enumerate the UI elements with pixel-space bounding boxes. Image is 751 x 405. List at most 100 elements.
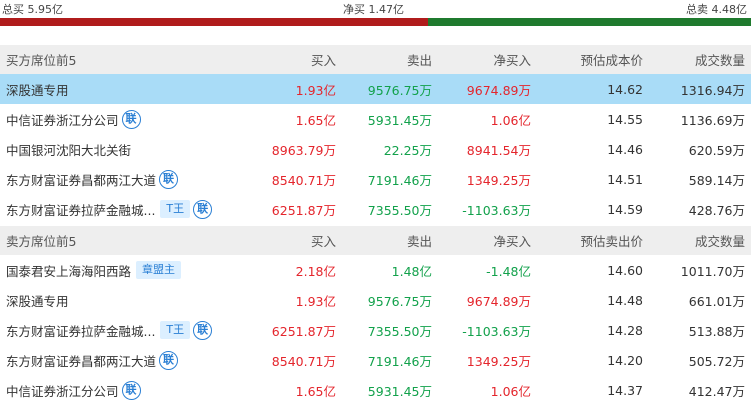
trade-volume: 620.59万	[688, 142, 745, 158]
table-header-row: 卖方席位前5 买入 卖出 净买入 预估卖出价 成交数量	[0, 226, 751, 255]
seat-name-cell[interactable]: 深股通专用	[0, 291, 240, 310]
trade-volume: 589.14万	[688, 172, 745, 188]
col-price-header: 预估卖出价	[580, 234, 643, 249]
trader-tag[interactable]: T王	[160, 200, 191, 218]
table-row[interactable]: 中信证券浙江分公司联 1.65亿 5931.45万 1.06亿 14.55 1136.69…	[0, 104, 751, 134]
sell-amount: 9576.75万	[367, 293, 432, 309]
total-buy-label: 总买 5.95亿	[2, 3, 63, 16]
buy-amount: 2.18亿	[295, 263, 336, 279]
trader-tag[interactable]: T王	[160, 321, 191, 339]
seat-name[interactable]: 东方财富证券拉萨金融城...	[6, 200, 155, 219]
sell-amount: 7355.50万	[367, 323, 432, 339]
net-buy-amount: -1103.63万	[462, 202, 531, 218]
seat-name[interactable]: 深股通专用	[6, 291, 69, 310]
col-net-header: 净买入	[493, 53, 531, 68]
sell-amount: 7355.50万	[367, 202, 432, 218]
sell-amount: 22.25万	[383, 142, 432, 158]
sell-amount: 5931.45万	[367, 383, 432, 399]
table-row[interactable]: 中国银河沈阳大北关街 8963.79万 22.25万 8941.54万 14.46 620…	[0, 134, 751, 164]
sell-amount: 9576.75万	[367, 82, 432, 98]
table-row[interactable]: 东方财富证券拉萨金融城... T王联 6251.87万 7355.50万 -1103.6…	[0, 315, 751, 345]
seat-name-cell[interactable]: 中信证券浙江分公司联	[0, 109, 240, 129]
estimated-price: 14.28	[607, 322, 643, 338]
col-seat-header: 卖方席位前5	[6, 234, 77, 249]
seat-name-cell[interactable]: 东方财富证券昌都两江大道联	[0, 350, 240, 370]
linked-seat-icon[interactable]: 联	[159, 350, 179, 370]
seat-name-cell[interactable]: 东方财富证券拉萨金融城... T王联	[0, 199, 240, 219]
estimated-price: 14.46	[607, 141, 643, 157]
net-buy-amount: 1.06亿	[490, 112, 531, 128]
estimated-price: 14.37	[607, 382, 643, 398]
col-seat-header: 买方席位前5	[6, 53, 77, 68]
seat-name-cell[interactable]: 中国银河沈阳大北关街	[0, 140, 240, 159]
buy-amount: 6251.87万	[271, 323, 336, 339]
linked-seat-icon[interactable]: 联	[193, 199, 213, 219]
buy-amount: 8540.71万	[271, 172, 336, 188]
buy-amount: 8963.79万	[271, 142, 336, 158]
col-sell-header: 卖出	[406, 53, 432, 68]
net-buy-amount: 8941.54万	[466, 142, 531, 158]
seat-name[interactable]: 深股通专用	[6, 80, 69, 99]
trader-tag[interactable]: 章盟主	[136, 261, 182, 279]
linked-seat-icon[interactable]: 联	[121, 109, 141, 129]
total-sell-label: 总卖 4.48亿	[686, 3, 747, 16]
trade-volume: 1316.94万	[680, 82, 745, 98]
net-buy-amount: 1349.25万	[466, 353, 531, 369]
net-buy-amount: 9674.89万	[466, 82, 531, 98]
col-buy-header: 买入	[310, 234, 336, 249]
seat-name-cell[interactable]: 中信证券浙江分公司联	[0, 380, 240, 400]
table-row[interactable]: 东方财富证券昌都两江大道联 8540.71万 7191.46万 1349.25万 14.…	[0, 345, 751, 375]
sell-amount: 5931.45万	[367, 112, 432, 128]
table-row[interactable]: 中信证券浙江分公司联 1.65亿 5931.45万 1.06亿 14.37 412.47万	[0, 375, 751, 405]
seat-name[interactable]: 东方财富证券拉萨金融城...	[6, 321, 155, 340]
seat-name[interactable]: 中信证券浙江分公司	[6, 110, 119, 129]
estimated-price: 14.62	[607, 81, 643, 97]
col-volume-header: 成交数量	[694, 234, 745, 249]
sell-ratio-segment	[428, 18, 751, 26]
linked-seat-icon[interactable]: 联	[159, 169, 179, 189]
seat-name[interactable]: 中信证券浙江分公司	[6, 381, 119, 400]
seat-name[interactable]: 国泰君安上海海阳西路	[6, 261, 131, 280]
sell-amount: 7191.46万	[367, 172, 432, 188]
buy-ratio-segment	[0, 18, 429, 26]
table-row[interactable]: 东方财富证券昌都两江大道联 8540.71万 7191.46万 1349.25万 14.…	[0, 164, 751, 194]
estimated-price: 14.20	[607, 352, 643, 368]
estimated-price: 14.60	[607, 262, 643, 278]
estimated-price: 14.55	[607, 111, 643, 127]
trade-volume: 513.88万	[688, 323, 745, 339]
seat-name[interactable]: 东方财富证券昌都两江大道	[6, 351, 156, 370]
buy-amount: 1.93亿	[295, 293, 336, 309]
col-volume-header: 成交数量	[694, 53, 745, 68]
table-row[interactable]: 深股通专用 1.93亿 9576.75万 9674.89万 14.48 661.01万	[0, 285, 751, 315]
seat-name-cell[interactable]: 深股通专用	[0, 80, 240, 99]
table-row[interactable]: 东方财富证券拉萨金融城... T王联 6251.87万 7355.50万 -1103.6…	[0, 194, 751, 224]
trade-volume: 1136.69万	[680, 112, 745, 128]
buy-amount: 1.65亿	[295, 112, 336, 128]
table-row[interactable]: 国泰君安上海海阳西路 章盟主 2.18亿 1.48亿 -1.48亿 14.60 1011.7…	[0, 255, 751, 285]
estimated-price: 14.51	[607, 171, 643, 187]
seat-name-cell[interactable]: 东方财富证券昌都两江大道联	[0, 169, 240, 189]
summary-header: 总买 5.95亿 净买 1.47亿 总卖 4.48亿	[0, 0, 751, 18]
trade-volume: 412.47万	[688, 383, 745, 399]
seat-name-cell[interactable]: 东方财富证券拉萨金融城... T王联	[0, 320, 240, 340]
buy-seats-table: 买方席位前5 买入 卖出 净买入 预估成本价 成交数量 深股通专用 1.93亿 9576.75万…	[0, 45, 751, 224]
sell-amount: 1.48亿	[391, 263, 432, 279]
trade-volume: 505.72万	[688, 353, 745, 369]
col-buy-header: 买入	[310, 53, 336, 68]
buy-amount: 6251.87万	[271, 202, 336, 218]
net-buy-label: 净买 1.47亿	[343, 3, 404, 16]
buy-amount: 8540.71万	[271, 353, 336, 369]
net-buy-amount: 9674.89万	[466, 293, 531, 309]
net-buy-amount: -1103.63万	[462, 323, 531, 339]
table-header-row: 买方席位前5 买入 卖出 净买入 预估成本价 成交数量	[0, 45, 751, 74]
buy-sell-ratio-bar	[0, 18, 751, 26]
table-row[interactable]: 深股通专用 1.93亿 9576.75万 9674.89万 14.62 1316.94万	[0, 74, 751, 104]
linked-seat-icon[interactable]: 联	[121, 380, 141, 400]
seat-name-cell[interactable]: 国泰君安上海海阳西路 章盟主	[0, 261, 240, 280]
seat-name[interactable]: 东方财富证券昌都两江大道	[6, 170, 156, 189]
linked-seat-icon[interactable]: 联	[193, 320, 213, 340]
estimated-price: 14.59	[607, 201, 643, 217]
buy-amount: 1.93亿	[295, 82, 336, 98]
trade-volume: 661.01万	[688, 293, 745, 309]
seat-name[interactable]: 中国银河沈阳大北关街	[6, 140, 131, 159]
